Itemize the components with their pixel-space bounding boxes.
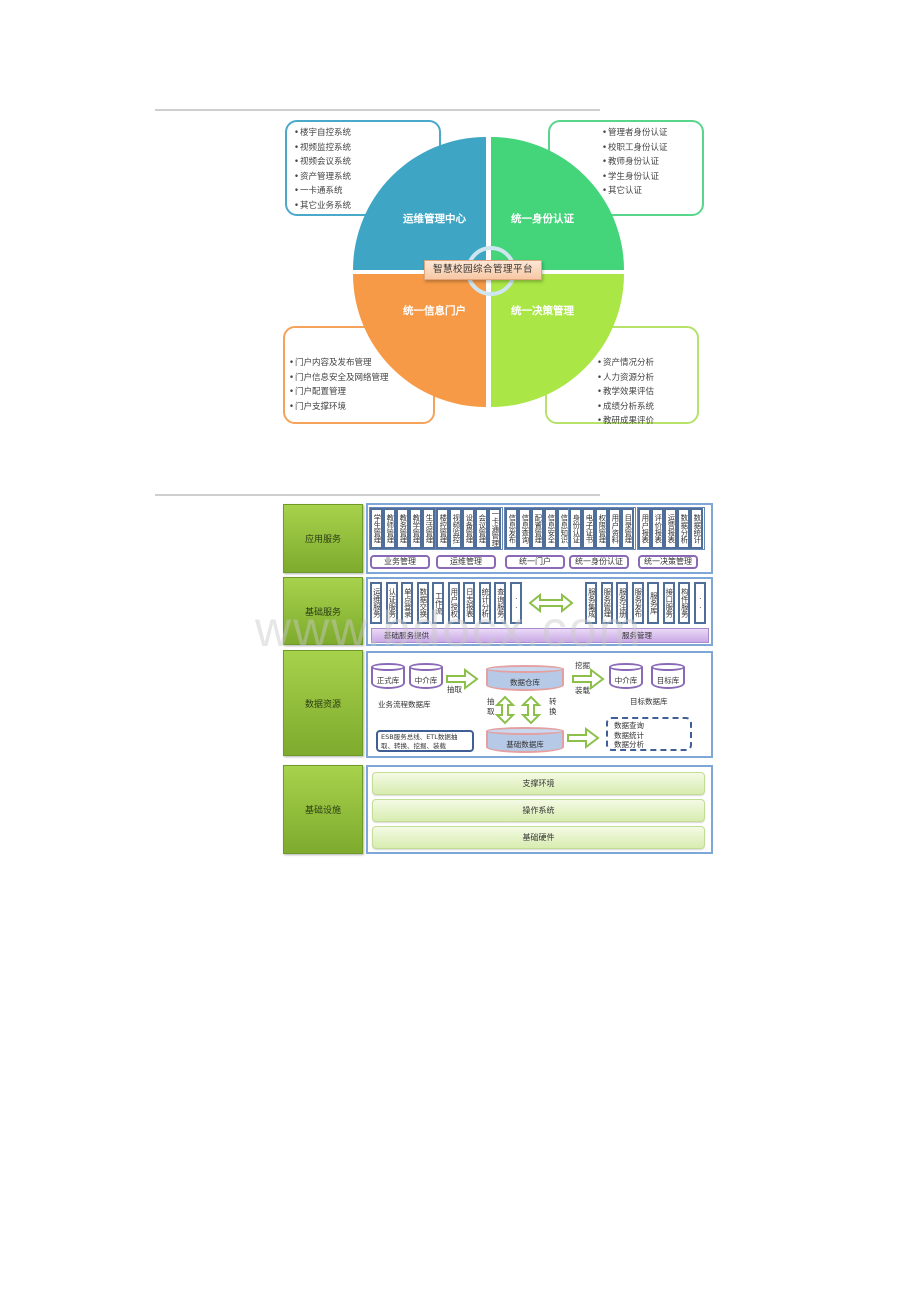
watermark: www.bdocx.com	[255, 601, 643, 657]
vertical-double-arrow-icon	[494, 695, 516, 725]
right-arrow-icon	[572, 668, 605, 690]
right-arrow-icon	[446, 668, 479, 690]
right-arrow-icon	[567, 727, 600, 749]
vertical-double-arrow-icon	[520, 695, 542, 725]
